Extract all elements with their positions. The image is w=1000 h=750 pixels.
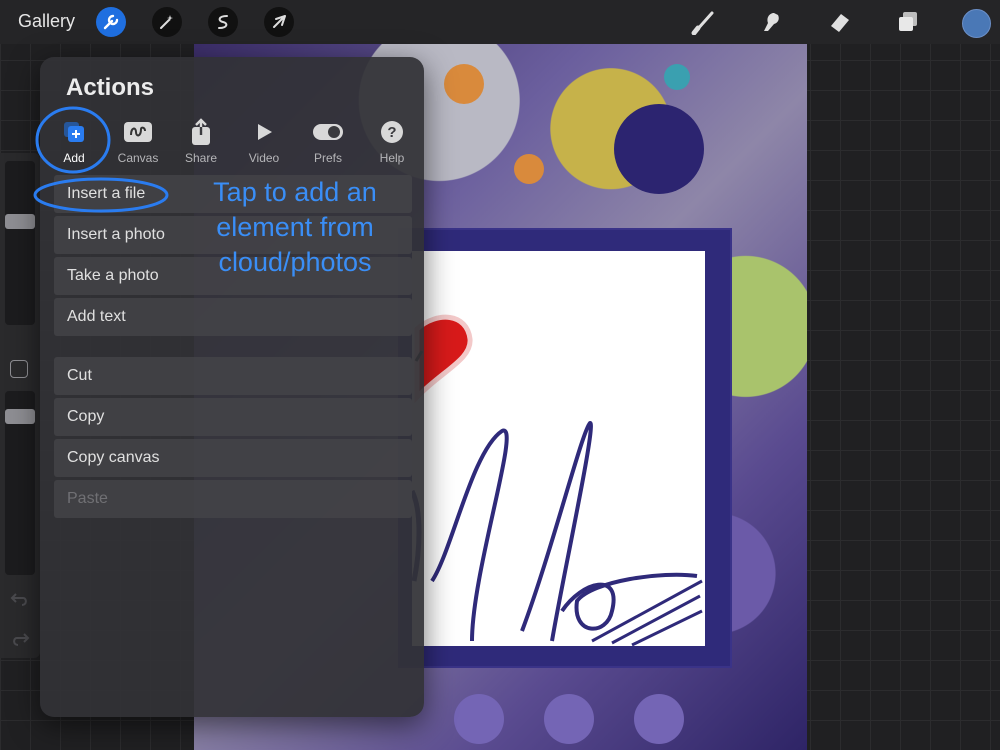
brush-size-thumb[interactable] bbox=[5, 214, 35, 229]
canvas-icon bbox=[124, 122, 152, 142]
tab-help[interactable]: ? Help bbox=[362, 117, 422, 165]
actions-wrench-button[interactable] bbox=[96, 7, 126, 37]
tab-label: Canvas bbox=[117, 151, 159, 165]
tab-label: Add bbox=[63, 151, 85, 165]
redo-icon[interactable] bbox=[10, 631, 30, 647]
teal-splat bbox=[664, 64, 690, 90]
menu-item-add-text[interactable]: Add text bbox=[54, 298, 412, 336]
photo-frame bbox=[400, 230, 730, 666]
eraser-icon bbox=[831, 14, 849, 32]
tab-share[interactable]: Share bbox=[171, 117, 231, 165]
magic-wand-icon bbox=[160, 15, 173, 29]
brush-button[interactable] bbox=[689, 8, 719, 36]
smudge-icon bbox=[764, 13, 779, 31]
modify-button[interactable] bbox=[10, 360, 28, 378]
tab-label: Video bbox=[248, 151, 280, 165]
tab-label: Prefs bbox=[313, 151, 342, 165]
purple-dot bbox=[454, 694, 504, 744]
tab-add[interactable]: Add bbox=[44, 117, 104, 165]
actions-panel: Actions Add Canvas Share Video Prefs ? H… bbox=[40, 57, 424, 717]
menu-item-paste[interactable]: Paste bbox=[54, 480, 412, 518]
panel-title: Actions bbox=[66, 74, 155, 101]
transform-button[interactable] bbox=[264, 7, 294, 37]
help-icon: ? bbox=[381, 121, 403, 143]
heart-shape bbox=[414, 314, 473, 404]
annotation-text: Tap to add an element from cloud/photos bbox=[210, 175, 380, 280]
undo-icon[interactable] bbox=[10, 591, 30, 607]
brush-icon bbox=[691, 11, 714, 35]
tab-video[interactable]: Video bbox=[234, 117, 294, 165]
menu-item-copy-canvas[interactable]: Copy canvas bbox=[54, 439, 412, 477]
menu-item-cut[interactable]: Cut bbox=[54, 357, 412, 395]
purple-dot bbox=[634, 694, 684, 744]
color-picker-button[interactable] bbox=[962, 9, 991, 38]
tab-prefs[interactable]: Prefs bbox=[298, 117, 358, 165]
hello-artwork bbox=[409, 314, 703, 647]
layers-button[interactable] bbox=[893, 8, 923, 36]
orange-splat bbox=[444, 64, 484, 104]
share-icon bbox=[192, 118, 210, 145]
svg-text:?: ? bbox=[387, 124, 396, 141]
smudge-button[interactable] bbox=[756, 8, 786, 36]
tab-canvas[interactable]: Canvas bbox=[108, 117, 168, 165]
annotation-line: element from bbox=[216, 212, 374, 242]
wrench-icon bbox=[103, 14, 119, 30]
transform-arrow-icon bbox=[273, 15, 286, 28]
play-icon bbox=[258, 124, 272, 140]
tab-label: Help bbox=[379, 151, 405, 165]
selection-icon bbox=[218, 15, 228, 29]
ink-splat bbox=[614, 104, 704, 194]
photo-paper bbox=[409, 251, 705, 647]
adjustments-button[interactable] bbox=[152, 7, 182, 37]
tab-label: Share bbox=[184, 151, 218, 165]
layers-icon bbox=[899, 12, 917, 31]
selection-button[interactable] bbox=[208, 7, 238, 37]
gallery-button[interactable]: Gallery bbox=[18, 11, 75, 32]
eraser-button[interactable] bbox=[825, 8, 855, 36]
annotation-line: Tap to add an bbox=[213, 177, 377, 207]
top-toolbar: Gallery bbox=[0, 0, 1000, 44]
add-image-icon bbox=[64, 122, 84, 142]
annotation-line: cloud/photos bbox=[218, 247, 372, 277]
brush-size-slider[interactable] bbox=[5, 161, 35, 325]
orange-splat bbox=[514, 154, 544, 184]
menu-item-copy[interactable]: Copy bbox=[54, 398, 412, 436]
left-sidebar bbox=[0, 153, 40, 658]
opacity-thumb[interactable] bbox=[5, 409, 35, 424]
purple-dot bbox=[544, 694, 594, 744]
toggle-icon bbox=[313, 124, 343, 140]
